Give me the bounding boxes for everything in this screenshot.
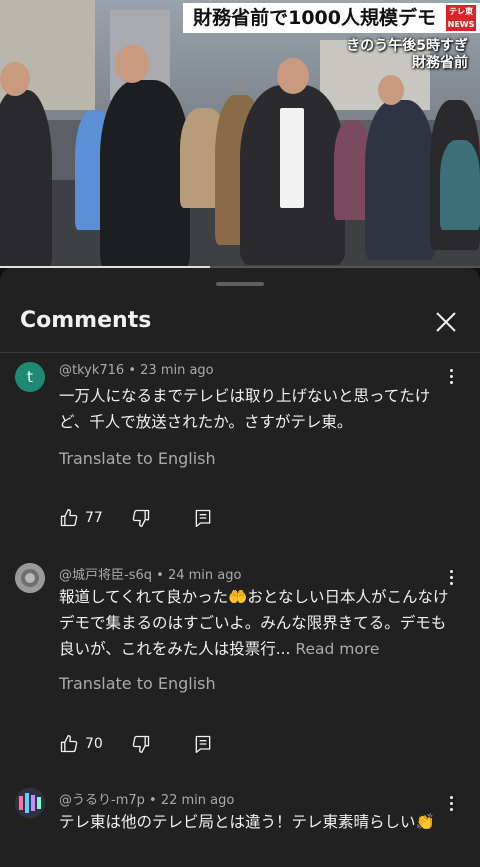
translate-button[interactable]: Translate to English: [59, 674, 216, 693]
crowd-head: [378, 75, 404, 105]
comment-time: 23 min ago: [140, 363, 214, 378]
comment-meta: @城戸将臣-s6q • 24 min ago: [59, 568, 242, 583]
avatar[interactable]: [15, 563, 45, 593]
crowd-person: [100, 80, 190, 268]
comment-text: 報道してくれて良かった🤲おとなしい日本人がこんなけデモで集まるのはすごいよ。みん…: [59, 584, 459, 662]
comment-actions: 70: [59, 732, 213, 756]
comment-time: 24 min ago: [167, 568, 242, 583]
thumbs-down-icon: [132, 735, 149, 753]
reply-button[interactable]: [193, 508, 213, 528]
comment-author[interactable]: @城戸将臣-s6q: [59, 568, 152, 583]
comment-actions: 77: [59, 506, 213, 530]
crowd-person: [0, 90, 52, 268]
dislike-button[interactable]: [131, 734, 151, 754]
comment-meta: @うるり-m7p • 22 min ago: [59, 793, 235, 808]
reply-icon: [195, 509, 211, 527]
thumbs-up-icon: [60, 735, 78, 753]
like-button[interactable]: 77: [59, 508, 103, 528]
avatar-image-icon: [15, 563, 45, 593]
like-count: 77: [85, 510, 103, 526]
comment-meta: @tkyk716 • 23 min ago: [59, 363, 214, 378]
crowd-person-shirt: [280, 108, 304, 208]
read-more-link[interactable]: Read more: [295, 640, 379, 658]
dislike-button[interactable]: [131, 508, 151, 528]
crowd-person: [365, 100, 435, 260]
thumbs-up-icon: [60, 509, 78, 527]
thumbs-down-icon: [132, 509, 149, 527]
avatar-letter: t: [27, 368, 33, 386]
reply-icon: [195, 735, 211, 753]
comment-text: テレ東は他のテレビ局とは違う！テレ東素晴らしい👏: [59, 813, 435, 831]
comment-time: 22 min ago: [160, 793, 235, 808]
close-icon: [436, 312, 456, 332]
video-player[interactable]: 財務省前で1000人規模デモ テレ東 NEWS きのう午後5時すぎ 財務省前: [0, 0, 480, 268]
like-count: 70: [85, 736, 103, 752]
close-button[interactable]: [432, 308, 460, 336]
comments-sheet: Comments t @tkyk716 • 23 min ago 一万人になるま…: [0, 268, 480, 867]
news-headline: 財務省前で1000人規模デモ: [183, 3, 480, 33]
video-subtitle-place: 財務省前: [412, 55, 468, 71]
header-divider: [0, 352, 480, 353]
crowd-head: [277, 58, 309, 94]
comment-author[interactable]: @tkyk716: [59, 363, 124, 378]
avatar[interactable]: t: [15, 362, 45, 392]
drag-handle[interactable]: [216, 282, 264, 286]
translate-button[interactable]: Translate to English: [59, 449, 216, 468]
comment-author[interactable]: @うるり-m7p: [59, 793, 145, 808]
comment-text-content: 報道してくれて良かった🤲おとなしい日本人がこんなけデモで集まるのはすごいよ。みん…: [59, 588, 449, 658]
reply-button[interactable]: [193, 734, 213, 754]
crowd-person: [440, 140, 480, 230]
comment-text: 一万人になるまでテレビは取り上げないと思ってたけど、千人で放送されたか。さすがテ…: [59, 387, 431, 431]
avatar-image-icon: [15, 788, 45, 818]
like-button[interactable]: 70: [59, 734, 103, 754]
crowd-head: [115, 45, 149, 83]
comments-title: Comments: [20, 308, 152, 333]
avatar[interactable]: [15, 788, 45, 818]
channel-logo: テレ東 NEWS: [446, 5, 476, 31]
crowd-head: [0, 62, 30, 96]
